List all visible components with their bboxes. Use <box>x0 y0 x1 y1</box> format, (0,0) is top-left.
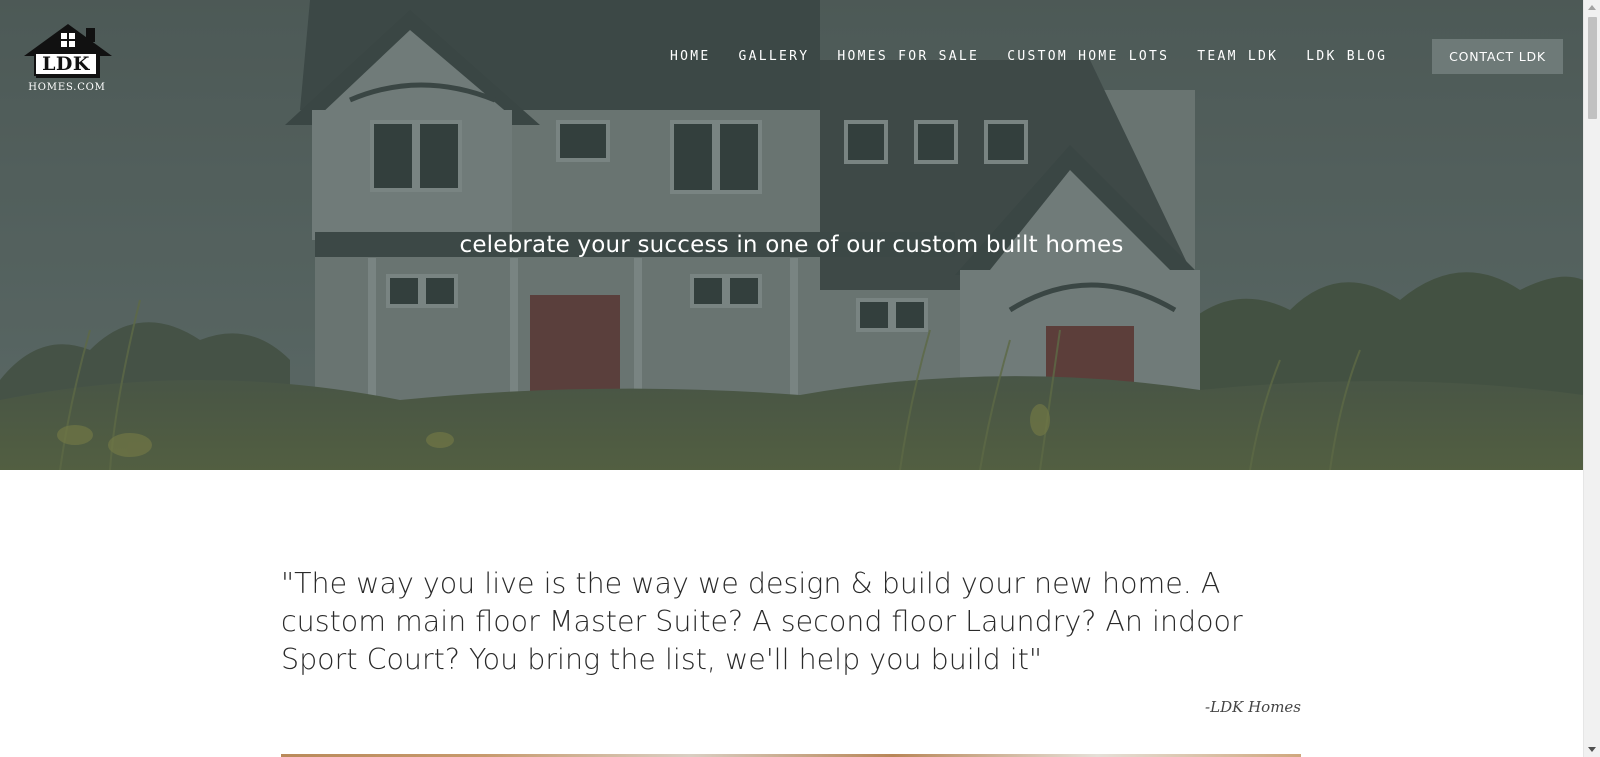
testimonial-quote: "The way you live is the way we design &… <box>281 567 1243 676</box>
chevron-up-icon[interactable] <box>1588 5 1596 10</box>
nav-custom-home-lots[interactable]: CUSTOM HOME LOTS <box>1007 48 1169 66</box>
quote-author: -LDK Homes <box>1205 698 1301 716</box>
logo-subtitle: HOMES.COM <box>28 82 106 93</box>
hero-tagline: celebrate your success in one of our cus… <box>459 232 1124 258</box>
scrollbar-thumb[interactable] <box>1588 17 1597 119</box>
nav-team-ldk[interactable]: TEAM LDK <box>1197 48 1278 66</box>
logo-wordmark: LDK <box>34 52 98 76</box>
chevron-down-icon[interactable] <box>1588 747 1596 752</box>
page: LDK HOMES.COM HOME GALLERY HOMES FOR SAL… <box>0 0 1600 757</box>
nav-gallery[interactable]: GALLERY <box>739 48 810 66</box>
nav-homes-for-sale[interactable]: HOMES FOR SALE <box>837 48 979 66</box>
vertical-scrollbar[interactable] <box>1583 0 1600 757</box>
ldk-homes-logo[interactable]: LDK HOMES.COM <box>22 22 114 98</box>
hero-banner: LDK HOMES.COM HOME GALLERY HOMES FOR SAL… <box>0 0 1583 470</box>
nav-home[interactable]: HOME <box>670 48 711 66</box>
contact-ldk-button[interactable]: CONTACT LDK <box>1432 39 1563 74</box>
main-navigation: HOME GALLERY HOMES FOR SALE CUSTOM HOME … <box>670 48 1415 66</box>
nav-ldk-blog[interactable]: LDK BLOG <box>1306 48 1387 66</box>
